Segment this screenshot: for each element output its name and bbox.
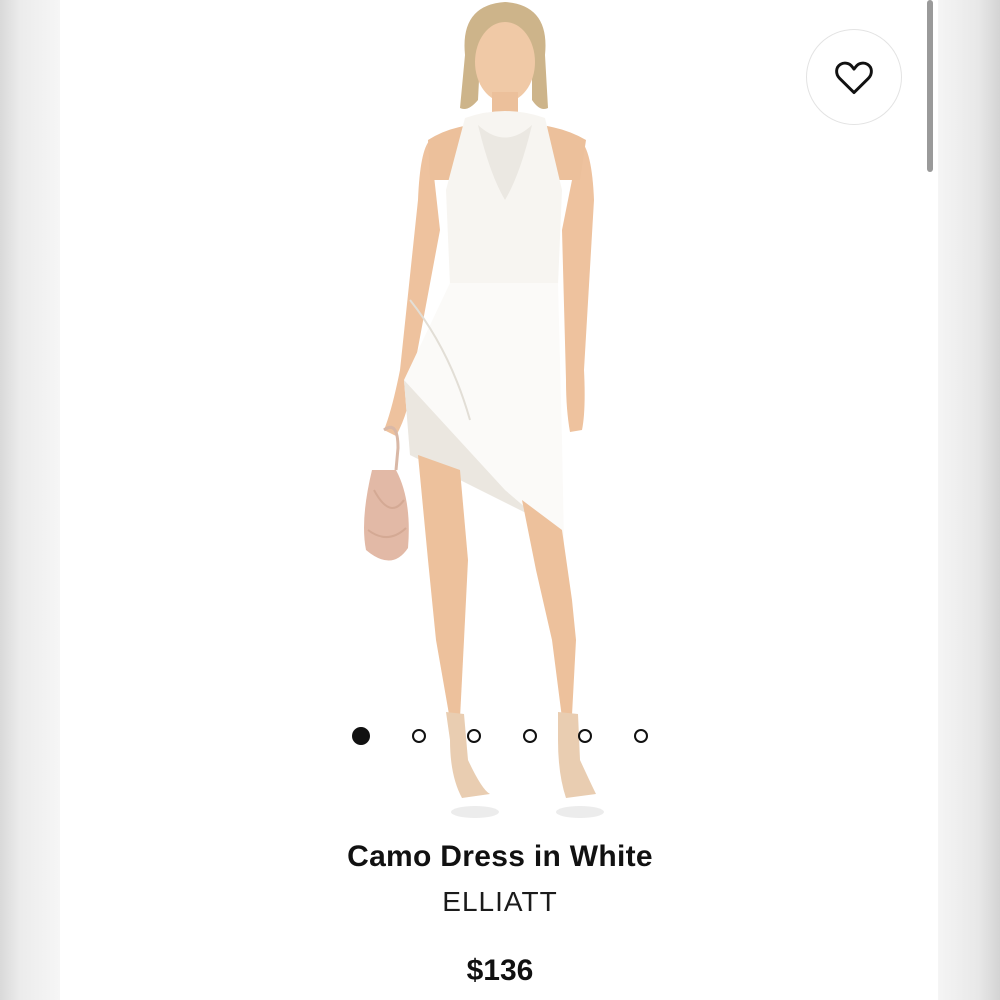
product-title: Camo Dress in White <box>347 840 653 873</box>
carousel-dot-3[interactable] <box>467 729 482 743</box>
favorite-button[interactable] <box>806 29 902 125</box>
carousel-dot-5[interactable] <box>578 729 593 743</box>
carousel-dot-1[interactable] <box>352 727 370 745</box>
carousel-indicators <box>352 726 648 746</box>
carousel-dot-2[interactable] <box>411 729 426 743</box>
model-photo <box>364 2 604 818</box>
product-brand[interactable]: ELLIATT <box>0 886 1000 918</box>
heart-outline-icon <box>835 61 873 95</box>
carousel-dot-4[interactable] <box>522 729 537 743</box>
carousel-dot-6[interactable] <box>633 729 648 743</box>
screenshot-frame: Camo Dress in White ELLIATT $136 <box>0 0 1000 1000</box>
scrollbar[interactable] <box>927 0 933 172</box>
product-image[interactable] <box>300 0 700 830</box>
product-price: $136 <box>466 954 534 987</box>
